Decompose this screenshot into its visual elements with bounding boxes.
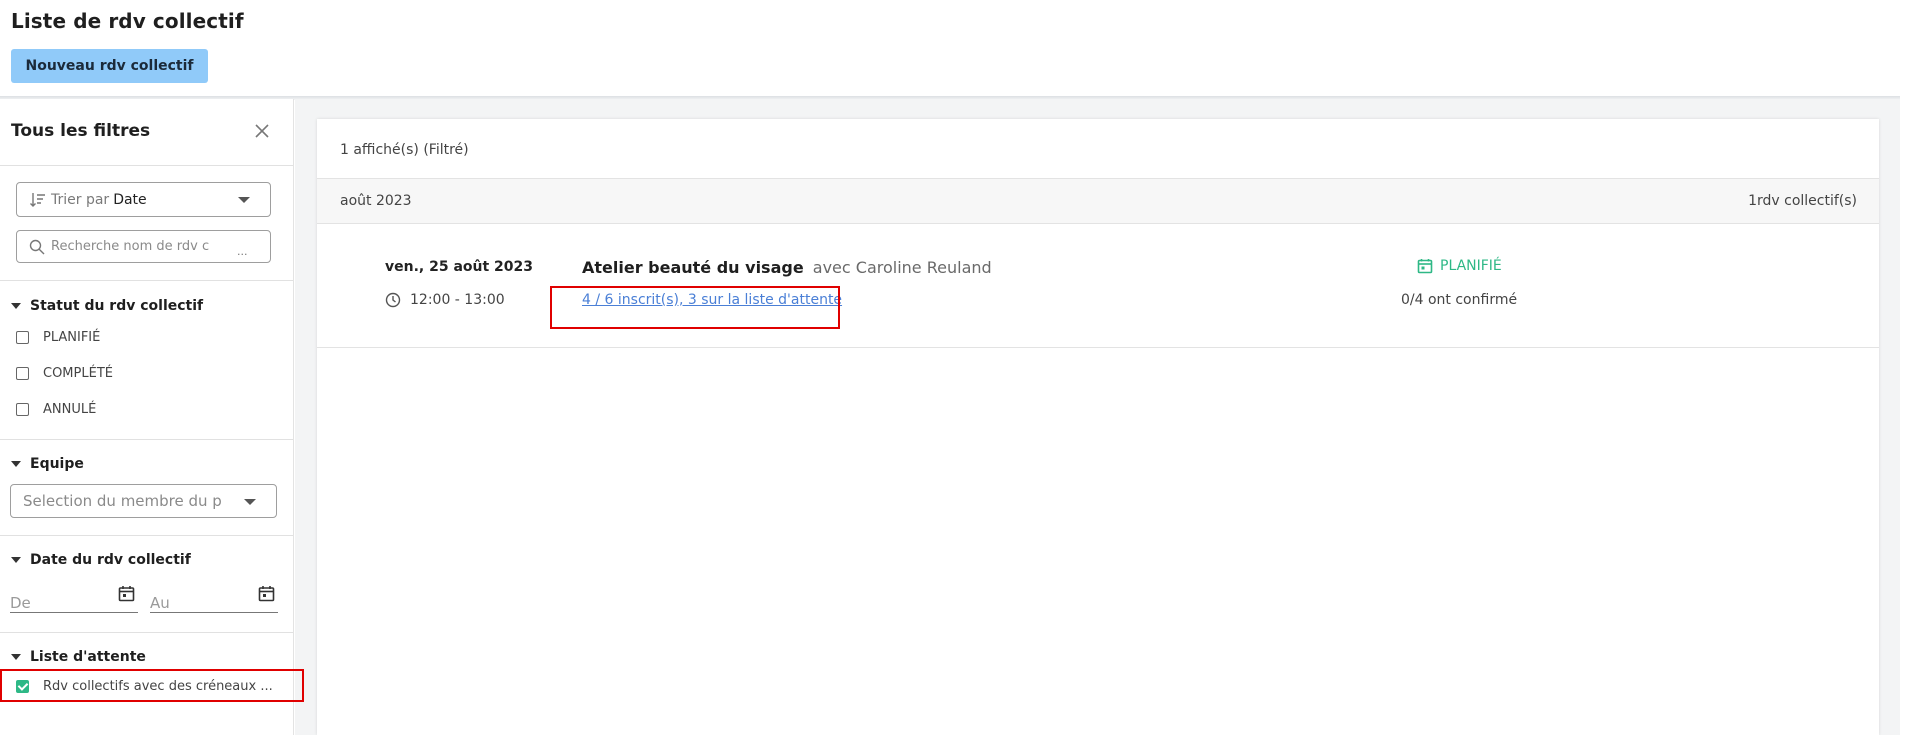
highlight-box-registrations	[550, 286, 840, 329]
date-section-title: Date du rdv collectif	[30, 552, 191, 568]
status-text: PLANIFIÉ	[1440, 258, 1502, 274]
chevron-down-icon	[244, 499, 256, 505]
caret-down-icon	[11, 557, 21, 563]
close-icon[interactable]	[252, 121, 272, 141]
sort-prefix: Trier par	[51, 191, 110, 208]
search-field[interactable]: ...	[16, 230, 271, 263]
status-option-label: ANNULÉ	[43, 402, 97, 417]
status-section-toggle[interactable]: Statut du rdv collectif	[11, 298, 203, 314]
caret-down-icon	[11, 654, 21, 660]
status-option-cancelled[interactable]: ANNULÉ	[16, 402, 96, 417]
date-section-toggle[interactable]: Date du rdv collectif	[11, 552, 191, 568]
divider	[0, 165, 293, 166]
results-count: 1 affiché(s) (Filtré)	[340, 142, 469, 158]
status-option-label: PLANIFIÉ	[43, 330, 101, 345]
divider	[0, 535, 293, 536]
results-card: 1 affiché(s) (Filtré) août 2023 1rdv col…	[317, 119, 1879, 735]
page-title: Liste de rdv collectif	[11, 9, 244, 33]
event-host: avec Caroline Reuland	[812, 258, 992, 277]
event-date: ven., 25 août 2023	[385, 259, 534, 275]
status-option-completed[interactable]: COMPLÉTÉ	[16, 366, 113, 381]
calendar-check-icon	[1417, 259, 1433, 274]
waitlist-section-title: Liste d'attente	[30, 649, 146, 665]
event-time-text: 12:00 - 13:00	[410, 292, 505, 308]
checkbox[interactable]	[16, 367, 29, 380]
date-to-field[interactable]: Au	[150, 583, 278, 613]
divider	[0, 632, 293, 633]
date-to-placeholder: Au	[150, 594, 170, 612]
filters-sidebar: Tous les filtres Trier par Date ... Stat…	[0, 99, 294, 735]
team-section-toggle[interactable]: Equipe	[11, 456, 84, 472]
confirmed-count: 0/4 ont confirmé	[1401, 292, 1518, 308]
calendar-icon[interactable]	[118, 585, 135, 602]
status-option-label: COMPLÉTÉ	[43, 366, 113, 381]
divider	[0, 439, 293, 440]
caret-down-icon	[11, 461, 21, 467]
highlight-box-waitlist	[0, 669, 304, 702]
search-input[interactable]	[51, 239, 261, 254]
clock-icon	[385, 292, 401, 308]
search-icon	[29, 239, 45, 254]
event-title-line: Atelier beauté du visage avec Caroline R…	[582, 258, 992, 277]
month-label: août 2023	[340, 193, 412, 209]
waitlist-section-toggle[interactable]: Liste d'attente	[11, 649, 146, 665]
sort-value: Date	[113, 191, 147, 208]
status-section-title: Statut du rdv collectif	[30, 298, 204, 314]
month-count: 1rdv collectif(s)	[1748, 193, 1857, 209]
event-time: 12:00 - 13:00	[385, 292, 505, 308]
date-from-field[interactable]: De	[10, 583, 138, 613]
month-group-header: août 2023 1rdv collectif(s)	[317, 178, 1879, 224]
filters-title: Tous les filtres	[11, 121, 151, 141]
caret-down-icon	[11, 303, 21, 309]
calendar-icon[interactable]	[258, 585, 275, 602]
sort-select[interactable]: Trier par Date	[16, 182, 271, 217]
chevron-down-icon	[238, 197, 250, 203]
team-member-select[interactable]: Selection du membre du p	[10, 484, 277, 518]
search-ellipsis: ...	[237, 245, 248, 258]
page-header: Liste de rdv collectif Nouveau rdv colle…	[0, 0, 1900, 98]
team-section-title: Equipe	[30, 456, 84, 472]
date-from-placeholder: De	[10, 594, 31, 612]
divider	[0, 280, 293, 281]
status-option-planned[interactable]: PLANIFIÉ	[16, 330, 100, 345]
checkbox[interactable]	[16, 403, 29, 416]
sort-icon	[30, 192, 45, 207]
status-badge: PLANIFIÉ	[1417, 258, 1502, 274]
event-title: Atelier beauté du visage	[582, 258, 804, 277]
team-select-placeholder: Selection du membre du p	[23, 492, 222, 510]
new-group-appointment-button[interactable]: Nouveau rdv collectif	[11, 49, 208, 83]
checkbox[interactable]	[16, 331, 29, 344]
